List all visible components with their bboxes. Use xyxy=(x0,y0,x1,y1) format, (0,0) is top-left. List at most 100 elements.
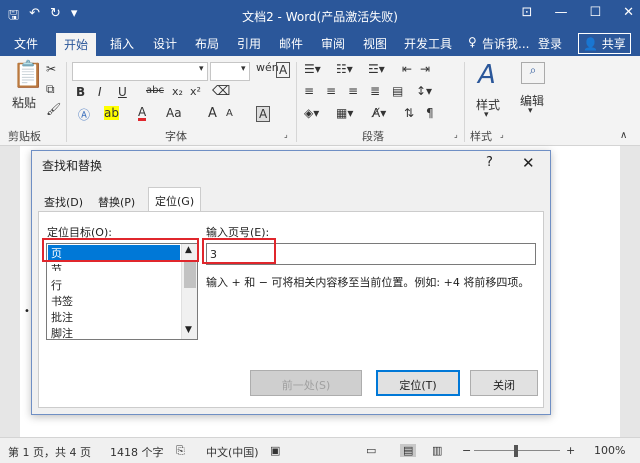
clear-formatting-icon[interactable]: ⌫ xyxy=(212,84,230,99)
chinese-layout-icon[interactable]: A̸▾ xyxy=(372,106,386,120)
word-count-status[interactable]: 1418 个字 xyxy=(110,444,164,460)
zoom-level[interactable]: 100% xyxy=(594,444,625,457)
align-left-icon[interactable]: ≡ xyxy=(304,84,314,98)
tab-view[interactable]: 视图 xyxy=(363,35,387,52)
italic-icon[interactable]: I xyxy=(98,85,102,99)
list-item[interactable]: 批注 xyxy=(51,309,73,325)
clipboard-icon[interactable]: 📋 xyxy=(12,60,44,90)
maximize-icon[interactable]: ☐ xyxy=(589,5,601,20)
justify-icon[interactable]: ≣ xyxy=(370,84,380,98)
tab-review[interactable]: 审阅 xyxy=(321,35,345,52)
list-item[interactable]: 节 xyxy=(51,261,62,271)
tab-mailings[interactable]: 邮件 xyxy=(279,35,303,52)
text-effects-icon[interactable]: Ⓐ xyxy=(78,106,90,123)
list-item[interactable]: 行 xyxy=(51,277,62,293)
char-shading-icon[interactable]: A xyxy=(256,106,271,122)
zoom-slider-thumb[interactable] xyxy=(514,445,518,457)
zoom-in-icon[interactable]: + xyxy=(566,444,575,457)
tab-developer[interactable]: 开发工具 xyxy=(404,35,452,52)
proofing-icon[interactable]: ⎘ xyxy=(176,444,185,458)
strikethrough-icon[interactable]: abc xyxy=(146,85,164,96)
clipboard-group-label: 剪贴板 xyxy=(8,130,41,143)
styles-group-label: 样式 xyxy=(470,130,492,143)
chevron-down-icon[interactable]: ▾ xyxy=(241,64,246,74)
copy-icon[interactable]: ⧉ xyxy=(46,82,55,97)
minimize-icon[interactable]: — xyxy=(554,5,567,20)
distributed-icon[interactable]: ▤ xyxy=(392,84,403,98)
page-count-status[interactable]: 第 1 页，共 4 页 xyxy=(8,444,91,460)
search-icon[interactable]: ⌕ xyxy=(521,62,545,84)
superscript-icon[interactable]: x² xyxy=(190,85,201,98)
tab-find[interactable]: 查找(D) xyxy=(44,191,83,211)
char-border-icon[interactable]: A xyxy=(276,62,291,78)
highlight-box-page-number xyxy=(202,238,276,264)
sort-icon[interactable]: ⇅ xyxy=(404,106,414,120)
tell-me-box[interactable]: 告诉我... xyxy=(482,35,529,52)
underline-icon[interactable]: U xyxy=(118,85,127,99)
close-icon[interactable]: ✕ xyxy=(623,5,634,20)
show-marks-icon[interactable]: ¶ xyxy=(426,106,434,120)
dialog-close-button[interactable]: ✕ xyxy=(522,154,535,172)
tab-home[interactable]: 开始 xyxy=(56,33,97,58)
tab-design[interactable]: 设计 xyxy=(153,35,177,52)
borders-icon[interactable]: ▦▾ xyxy=(336,106,353,120)
bullets-icon[interactable]: ☰▾ xyxy=(304,62,321,76)
zoom-out-icon[interactable]: − xyxy=(462,444,471,457)
macro-icon[interactable]: ▣ xyxy=(270,444,280,457)
close-button[interactable]: 关闭 xyxy=(470,370,538,396)
dialog-launcher-icon[interactable]: ⌟ xyxy=(284,130,288,139)
tab-insert[interactable]: 插入 xyxy=(110,35,134,52)
login-link[interactable]: 登录 xyxy=(538,35,562,52)
print-layout-icon[interactable]: ▤ xyxy=(400,444,417,457)
highlight-icon[interactable]: ab xyxy=(104,106,119,120)
change-case-icon[interactable]: Aa xyxy=(166,106,182,120)
tab-references[interactable]: 引用 xyxy=(237,35,261,52)
goto-hint-text: 输入 + 和 − 可将相关内容移至当前位置。例如: +4 将前移四项。 xyxy=(206,276,530,289)
multilevel-list-icon[interactable]: ☲▾ xyxy=(368,62,385,76)
increase-indent-icon[interactable]: ⇥ xyxy=(420,62,430,76)
cut-icon[interactable]: ✂ xyxy=(46,62,56,76)
line-spacing-icon[interactable]: ↕▾ xyxy=(416,84,432,98)
format-painter-icon[interactable]: 🖌 xyxy=(46,102,61,116)
paragraph-group-label: 段落 xyxy=(362,130,384,143)
align-right-icon[interactable]: ≡ xyxy=(348,84,358,98)
shading-icon[interactable]: ◈▾ xyxy=(304,106,319,120)
highlight-box-target xyxy=(42,238,199,262)
dialog-launcher-icon[interactable]: ⌟ xyxy=(500,130,504,139)
ribbon-separator xyxy=(66,62,67,142)
tab-replace[interactable]: 替换(P) xyxy=(98,191,135,211)
tab-file[interactable]: 文件 xyxy=(14,35,38,52)
scroll-down-icon[interactable]: ▼ xyxy=(185,325,192,335)
ribbon-display-icon[interactable]: ⊡ xyxy=(522,5,533,20)
chevron-down-icon[interactable]: ▾ xyxy=(484,110,489,120)
paste-button[interactable]: 粘贴 xyxy=(12,94,36,111)
tab-layout[interactable]: 布局 xyxy=(195,35,219,52)
collapse-ribbon-icon[interactable]: ∧ xyxy=(620,130,627,141)
styles-icon[interactable]: A xyxy=(478,60,496,90)
font-color-icon[interactable]: A xyxy=(138,106,147,121)
lightbulb-icon: ♀ xyxy=(468,35,477,49)
previous-button[interactable]: 前一处(S) xyxy=(250,370,362,396)
read-mode-icon[interactable]: ▭ xyxy=(366,444,376,457)
chevron-down-icon[interactable]: ▾ xyxy=(528,106,533,116)
tab-goto[interactable]: 定位(G) xyxy=(148,187,202,212)
align-center-icon[interactable]: ≡ xyxy=(326,84,336,98)
goto-button[interactable]: 定位(T) xyxy=(376,370,460,396)
subscript-icon[interactable]: x₂ xyxy=(172,85,183,98)
decrease-indent-icon[interactable]: ⇤ xyxy=(402,62,412,76)
grow-font-icon[interactable]: A xyxy=(208,106,217,121)
help-button[interactable]: ? xyxy=(486,155,493,170)
share-button[interactable]: 👤 共享 xyxy=(578,33,631,54)
list-item[interactable]: 脚注 xyxy=(51,325,73,339)
share-label: 共享 xyxy=(601,37,626,51)
list-item[interactable]: 书签 xyxy=(51,293,73,309)
web-layout-icon[interactable]: ▥ xyxy=(432,444,442,457)
scroll-thumb[interactable] xyxy=(184,262,196,288)
dialog-launcher-icon[interactable]: ⌟ xyxy=(454,130,458,139)
bold-icon[interactable]: B xyxy=(76,85,85,99)
chevron-down-icon[interactable]: ▾ xyxy=(199,64,204,74)
shrink-font-icon[interactable]: A xyxy=(226,108,233,119)
language-status[interactable]: 中文(中国) xyxy=(206,444,259,460)
font-name-box[interactable] xyxy=(72,62,208,81)
numbering-icon[interactable]: ☷▾ xyxy=(336,62,353,76)
